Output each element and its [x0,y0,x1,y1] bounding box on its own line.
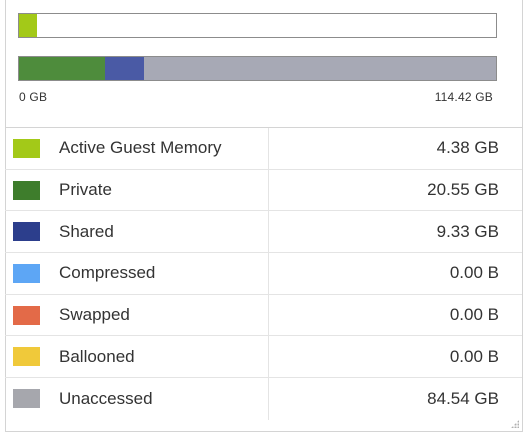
legend-label: Compressed [59,263,156,283]
swapped-swatch [13,305,40,325]
legend-value: 20.55 GB [427,180,499,200]
shared-swatch [13,222,40,242]
legend-label: Active Guest Memory [59,138,222,158]
memory-legend-table: Active Guest Memory 4.38 GB Private 20.5… [5,127,522,420]
legend-row-active-guest-memory: Active Guest Memory 4.38 GB [5,128,522,170]
scale-max-label: 114.42 GB [434,90,493,104]
legend-value: 0.00 B [449,263,499,283]
legend-row-shared: Shared 9.33 GB [5,211,522,254]
legend-value: 0.00 B [449,305,499,325]
shared-segment [104,57,144,80]
legend-label: Shared [59,221,114,241]
legend-label: Ballooned [59,346,135,366]
legend-label: Unaccessed [59,388,153,408]
unaccessed-swatch [13,389,40,409]
resize-grip-icon[interactable] [511,420,519,428]
legend-row-ballooned: Ballooned 0.00 B [5,336,522,379]
active-memory-bar [18,13,497,38]
memory-usage-bar [18,56,497,81]
legend-label: Private [59,180,112,200]
legend-row-compressed: Compressed 0.00 B [5,253,522,295]
scale-min-label: 0 GB [19,90,48,104]
legend-row-unaccessed: Unaccessed 84.54 GB [5,378,522,420]
private-segment [19,57,105,80]
compressed-swatch [13,263,40,283]
active-memory-segment [19,14,38,37]
unaccessed-segment [143,57,496,80]
legend-row-private: Private 20.55 GB [5,169,522,212]
legend-row-swapped: Swapped 0.00 B [5,294,522,337]
legend-value: 9.33 GB [436,221,499,241]
active-guest-memory-swatch [13,138,40,158]
private-swatch [13,180,40,200]
legend-value: 0.00 B [449,346,499,366]
legend-label: Swapped [59,305,130,325]
ballooned-swatch [13,347,40,367]
legend-value: 4.38 GB [436,138,499,158]
legend-value: 84.54 GB [427,388,499,408]
